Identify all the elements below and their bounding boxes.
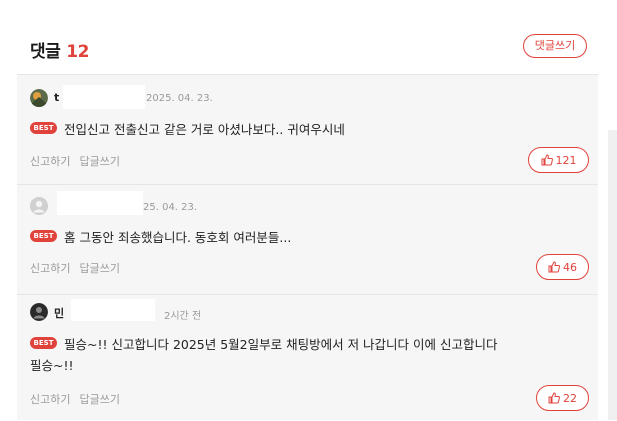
like-button[interactable]: 46: [536, 254, 589, 280]
report-link[interactable]: 신고하기: [30, 393, 70, 406]
comment-item: t 2025. 04. 23. BEST 전입신고 전출신고 같은 거로 아셨나…: [17, 74, 598, 185]
reply-link[interactable]: 답글쓰기: [79, 155, 119, 168]
thumbs-up-icon: [541, 154, 553, 166]
comments-title-label: 댓글: [30, 42, 61, 62]
redacted-name-mask: [71, 299, 155, 321]
comments-header: 댓글 12 댓글쓰기: [0, 0, 617, 78]
comment-date: 2025. 04. 23.: [146, 93, 213, 104]
comment-actions: 신고하기 답글쓰기: [30, 391, 129, 407]
like-button[interactable]: 22: [536, 385, 589, 411]
thumbs-up-icon: [548, 261, 560, 273]
comments-title: 댓글 12: [30, 37, 89, 62]
comment-author: t: [54, 91, 60, 104]
best-badge: BEST: [30, 122, 57, 134]
like-count: 46: [563, 260, 577, 274]
comment-item: 25. 04. 23. BEST 홈 그동안 죄송했습니다. 동호회 여러분들.…: [17, 184, 598, 295]
report-link[interactable]: 신고하기: [30, 155, 70, 168]
report-link[interactable]: 신고하기: [30, 262, 70, 275]
scrollbar[interactable]: [608, 130, 617, 420]
reply-link[interactable]: 답글쓰기: [79, 262, 119, 275]
comment-text: 전입신고 전출신고 같은 거로 아셨나보다.. 귀여우시네: [64, 122, 345, 137]
like-count: 22: [563, 391, 577, 405]
like-button[interactable]: 121: [528, 147, 589, 173]
like-count: 121: [555, 153, 577, 167]
comment-text-line1: 필승~!! 신고합니다 2025년 5월2일부로 채팅방에서 저 나갑니다 이에…: [64, 337, 498, 352]
reply-link[interactable]: 답글쓰기: [79, 393, 119, 406]
comment-author: 민: [54, 307, 65, 320]
default-user-icon: [30, 197, 48, 215]
comment-list: t 2025. 04. 23. BEST 전입신고 전출신고 같은 거로 아셨나…: [17, 74, 598, 420]
comment-date: 2시간 전: [164, 311, 202, 322]
redacted-name-mask: [57, 191, 143, 215]
best-badge: BEST: [30, 230, 57, 242]
comment-item: 민 2시간 전 BEST 필승~!! 신고합니다 2025년 5월2일부로 채팅…: [17, 294, 598, 421]
comment-text-line2: 필승~!!: [30, 358, 74, 373]
redacted-name-mask: [63, 85, 145, 109]
photo-avatar-icon: [30, 89, 48, 107]
comment-text: 홈 그동안 죄송했습니다. 동호회 여러분들...: [64, 230, 292, 245]
thumbs-up-icon: [548, 392, 560, 404]
write-comment-button[interactable]: 댓글쓰기: [523, 34, 587, 58]
best-badge: BEST: [30, 337, 57, 349]
dark-avatar-icon: [30, 303, 48, 321]
comment-date: 25. 04. 23.: [143, 202, 198, 213]
comment-actions: 신고하기 답글쓰기: [30, 153, 129, 169]
comment-count: 12: [66, 42, 89, 62]
comment-actions: 신고하기 답글쓰기: [30, 260, 129, 276]
